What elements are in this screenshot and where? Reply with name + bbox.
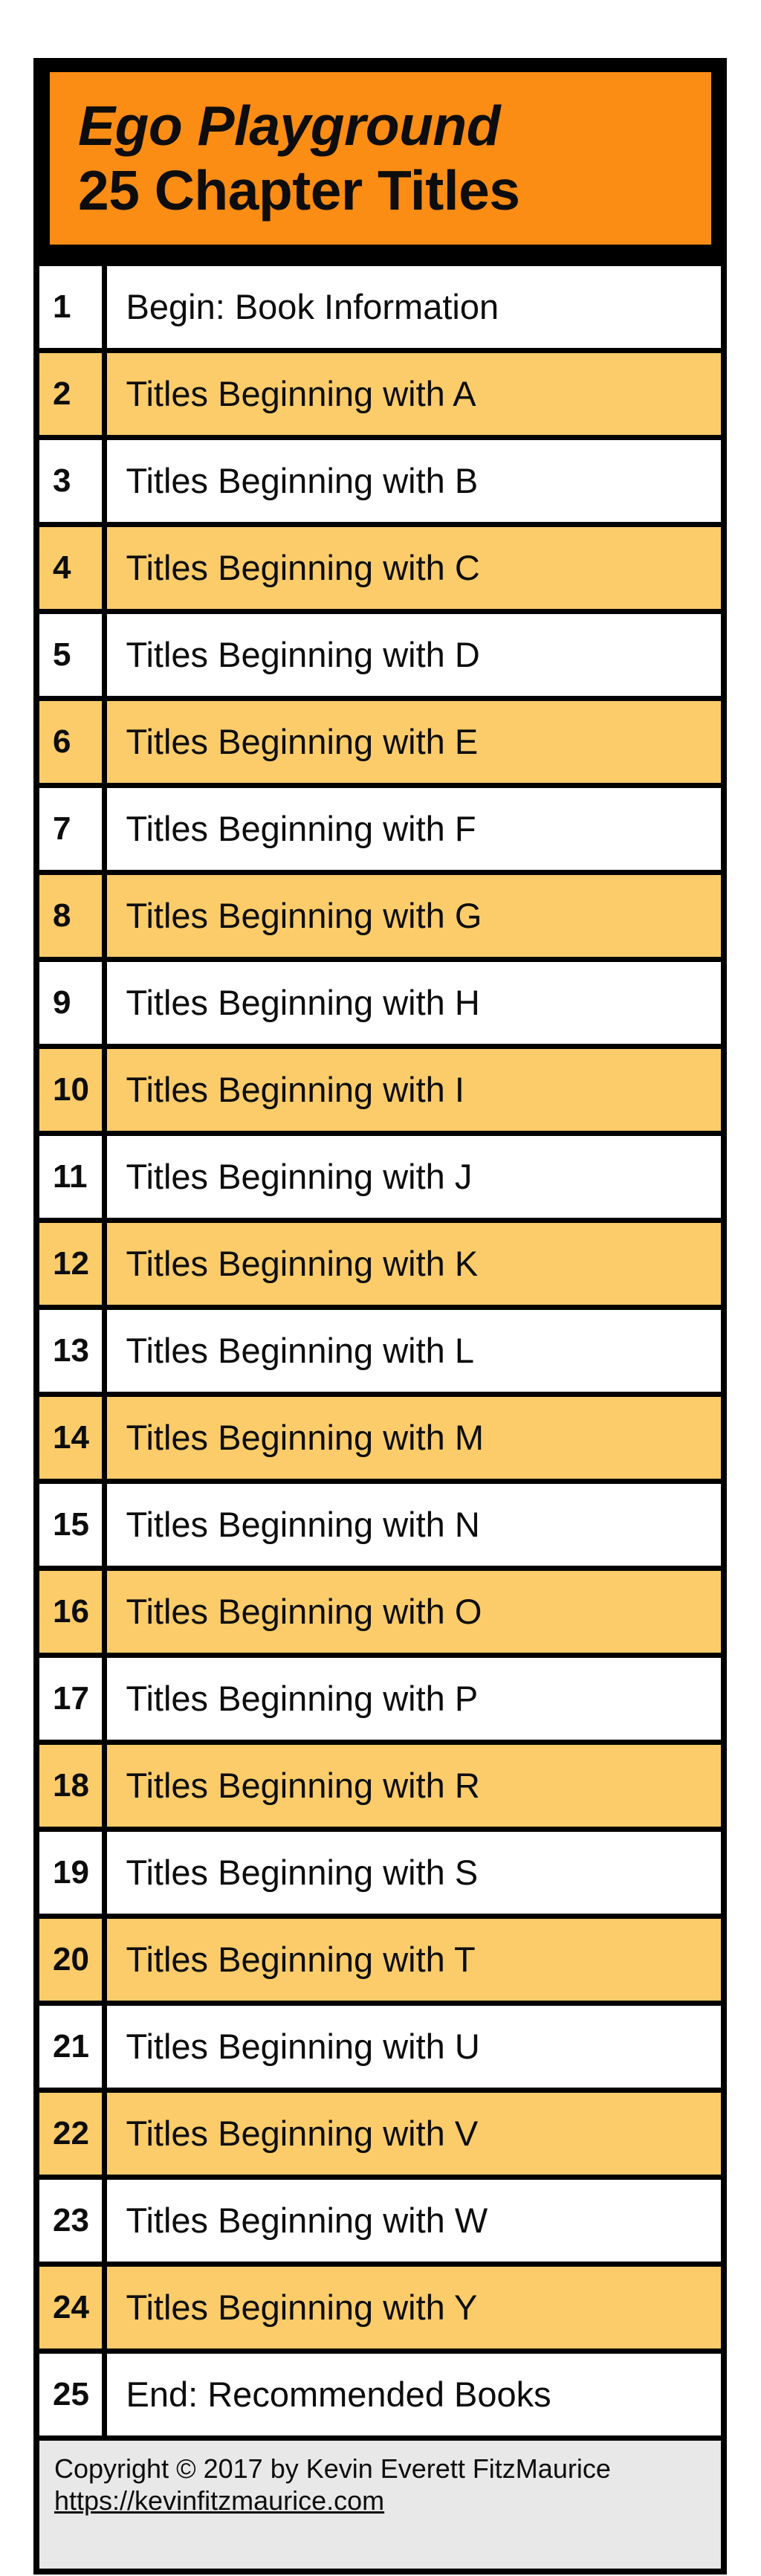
table-row: 2 Titles Beginning with A	[33, 347, 727, 440]
chapter-list-table: 1 Begin: Book Information 2 Titles Beginnin…	[33, 260, 727, 2575]
footer-row: Copyright © 2017 by Kevin Everett FitzMa…	[33, 2435, 727, 2574]
table-row: 4 Titles Beginning with C	[33, 521, 727, 614]
chapter-title-cell: Titles Beginning with H	[101, 956, 727, 1049]
chapter-number-cell: 7	[33, 782, 107, 875]
banner-title-line-2: 25 Chapter Titles	[78, 158, 520, 222]
chapter-number-cell: 6	[33, 695, 107, 788]
chapter-number-cell: 12	[33, 1217, 107, 1310]
chapter-title-cell: Titles Beginning with G	[101, 869, 727, 962]
chapter-title-cell: Titles Beginning with K	[101, 1217, 727, 1310]
table-row: 5 Titles Beginning with D	[33, 608, 727, 701]
title-banner-inner: Ego Playground 25 Chapter Titles	[50, 72, 711, 245]
table-row: 10 Titles Beginning with I	[33, 1043, 727, 1136]
table-row: 21 Titles Beginning with U	[33, 2000, 727, 2093]
chapter-number-cell: 9	[33, 956, 107, 1049]
chapter-number-cell: 8	[33, 869, 107, 962]
website-link[interactable]: https://kevinfitzmaurice.com	[54, 2485, 384, 2517]
chapter-title-cell: Titles Beginning with N	[101, 1478, 727, 1571]
chapter-title-cell: Titles Beginning with B	[101, 434, 727, 527]
chapter-title-cell: Titles Beginning with Y	[101, 2261, 727, 2354]
table-row: 19 Titles Beginning with S	[33, 1826, 727, 1919]
chapter-number-cell: 1	[33, 260, 107, 353]
chapter-title-cell: Titles Beginning with U	[101, 2000, 727, 2093]
table-row: 25 End: Recommended Books	[33, 2348, 727, 2441]
table-row: 3 Titles Beginning with B	[33, 434, 727, 527]
table-row: 8 Titles Beginning with G	[33, 869, 727, 962]
chapter-number-cell: 19	[33, 1826, 107, 1919]
chapter-number-cell: 15	[33, 1478, 107, 1571]
chapter-title-cell: Titles Beginning with R	[101, 1739, 727, 1832]
chapter-title-cell: Titles Beginning with M	[101, 1391, 727, 1484]
chapter-title-cell: Titles Beginning with F	[101, 782, 727, 875]
chapter-title-cell: Titles Beginning with J	[101, 1130, 727, 1223]
chapter-title-cell: Titles Beginning with A	[101, 347, 727, 440]
table-row: 15 Titles Beginning with N	[33, 1478, 727, 1571]
table-row: 9 Titles Beginning with H	[33, 956, 727, 1049]
table-row: 17 Titles Beginning with P	[33, 1652, 727, 1745]
chapter-title-cell: End: Recommended Books	[101, 2348, 727, 2441]
chapter-number-cell: 21	[33, 2000, 107, 2093]
table-row: 12 Titles Beginning with K	[33, 1217, 727, 1310]
chapter-number-cell: 25	[33, 2348, 107, 2441]
chapter-number-cell: 18	[33, 1739, 107, 1832]
chapter-titles-infographic: Ego Playground 25 Chapter Titles 1 Begin:…	[0, 0, 761, 2576]
table-row: 6 Titles Beginning with E	[33, 695, 727, 788]
chapter-number-cell: 10	[33, 1043, 107, 1136]
table-row: 24 Titles Beginning with Y	[33, 2261, 727, 2354]
table-row: 13 Titles Beginning with L	[33, 1304, 727, 1397]
chapter-number-cell: 24	[33, 2261, 107, 2354]
chapter-title-cell: Begin: Book Information	[101, 260, 727, 353]
title-banner: Ego Playground 25 Chapter Titles	[33, 58, 727, 260]
chapter-number-cell: 17	[33, 1652, 107, 1745]
chapter-title-cell: Titles Beginning with C	[101, 521, 727, 614]
chapter-title-cell: Titles Beginning with T	[101, 1913, 727, 2006]
table-row: 18 Titles Beginning with R	[33, 1739, 727, 1832]
chapter-title-cell: Titles Beginning with E	[101, 695, 727, 788]
chapter-number-cell: 14	[33, 1391, 107, 1484]
chapter-title-cell: Titles Beginning with S	[101, 1826, 727, 1919]
banner-title-line-1: Ego Playground	[78, 94, 501, 157]
chapter-title-cell: Titles Beginning with P	[101, 1652, 727, 1745]
chapter-number-cell: 3	[33, 434, 107, 527]
chapter-title-cell: Titles Beginning with D	[101, 608, 727, 701]
chapter-list-body: 1 Begin: Book Information 2 Titles Beginnin…	[33, 260, 727, 2574]
chapter-title-cell: Titles Beginning with O	[101, 1565, 727, 1658]
chapter-number-cell: 23	[33, 2174, 107, 2267]
table-row: 11 Titles Beginning with J	[33, 1130, 727, 1223]
chapter-title-cell: Titles Beginning with W	[101, 2174, 727, 2267]
table-row: 23 Titles Beginning with W	[33, 2174, 727, 2267]
chapter-number-cell: 5	[33, 608, 107, 701]
table-row: 1 Begin: Book Information	[33, 260, 727, 353]
table-row: 14 Titles Beginning with M	[33, 1391, 727, 1484]
table-row: 22 Titles Beginning with V	[33, 2087, 727, 2180]
copyright-text: Copyright © 2017 by Kevin Everett FitzMa…	[54, 2453, 611, 2484]
chapter-number-cell: 13	[33, 1304, 107, 1397]
table-row: 16 Titles Beginning with O	[33, 1565, 727, 1658]
chapter-title-cell: Titles Beginning with V	[101, 2087, 727, 2180]
chapter-number-cell: 16	[33, 1565, 107, 1658]
table-row: 7 Titles Beginning with F	[33, 782, 727, 875]
chapter-title-cell: Titles Beginning with L	[101, 1304, 727, 1397]
footer-cell: Copyright © 2017 by Kevin Everett FitzMa…	[33, 2435, 727, 2574]
chapter-number-cell: 20	[33, 1913, 107, 2006]
chapter-number-cell: 4	[33, 521, 107, 614]
chapter-number-cell: 22	[33, 2087, 107, 2180]
chapter-number-cell: 11	[33, 1130, 107, 1223]
chapter-number-cell: 2	[33, 347, 107, 440]
chapter-title-cell: Titles Beginning with I	[101, 1043, 727, 1136]
table-row: 20 Titles Beginning with T	[33, 1913, 727, 2006]
